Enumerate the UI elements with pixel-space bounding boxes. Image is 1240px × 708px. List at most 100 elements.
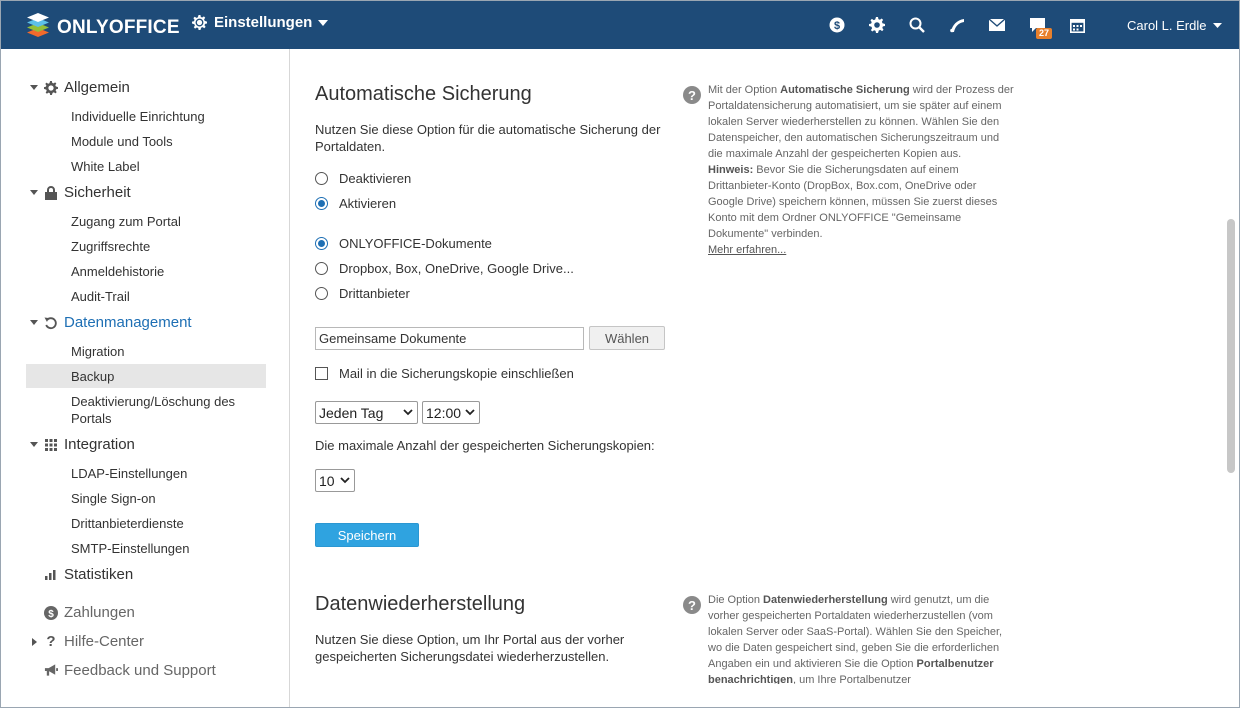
chat-badge: 27 xyxy=(1036,28,1053,39)
help-text: , um Ihre Portalbenutzer xyxy=(792,674,911,684)
user-menu[interactable]: Carol L. Erdle xyxy=(1127,18,1223,33)
period-select[interactable]: Jeden Tag xyxy=(315,401,418,424)
folder-input[interactable]: Gemeinsame Dokumente xyxy=(315,327,584,350)
chevron-down-icon xyxy=(1213,23,1223,28)
sidebar-item-selected-highlight xyxy=(26,364,266,388)
stats-icon xyxy=(44,568,58,582)
help-text: Die Option xyxy=(708,594,764,606)
restore-help-text: Die Option Datenwiederherstellung wird g… xyxy=(708,592,1014,684)
radio-drittanbieter[interactable]: Drittanbieter xyxy=(315,286,410,301)
max-copies-select[interactable]: 10 xyxy=(315,469,355,492)
checkbox-box xyxy=(315,367,328,380)
sidebar-group-feedback[interactable]: Feedback und Support xyxy=(29,662,216,679)
help-bold: Datenwiederherstellung xyxy=(763,594,888,606)
sidebar-group-label: Statistiken xyxy=(64,566,134,583)
scrollbar-thumb[interactable] xyxy=(1227,219,1235,473)
help-question-icon[interactable]: ? xyxy=(683,596,701,614)
sidebar-item-individuelle-einrichtung[interactable]: Individuelle Einrichtung xyxy=(71,108,205,125)
restore-icon xyxy=(44,316,58,330)
module-switcher[interactable]: Einstellungen xyxy=(192,14,329,31)
radio-label: ONLYOFFICE-Dokumente xyxy=(339,236,492,251)
sidebar-group-integration[interactable]: Integration xyxy=(29,436,135,453)
search-icon[interactable] xyxy=(907,15,927,35)
app-window: ONLYOFFICE Einstellungen $ 27 Carol L. E… xyxy=(0,0,1240,708)
expand-triangle-right-icon xyxy=(29,637,39,646)
sidebar-item-audit-trail[interactable]: Audit-Trail xyxy=(71,288,130,305)
radio-aktivieren[interactable]: Aktivieren xyxy=(315,196,396,211)
feed-icon[interactable] xyxy=(947,15,967,35)
dollar-icon: $ xyxy=(44,605,58,620)
checkbox-label: Mail in die Sicherungskopie einschließen xyxy=(339,366,574,381)
sidebar-item-single-sign-on[interactable]: Single Sign-on xyxy=(71,490,156,507)
gear-icon xyxy=(192,15,207,30)
save-button[interactable]: Speichern xyxy=(315,523,419,547)
sidebar-group-label: Allgemein xyxy=(64,79,130,96)
sidebar-item-smtp-einstellungen[interactable]: SMTP-Einstellungen xyxy=(71,540,190,557)
svg-text:$: $ xyxy=(834,20,840,32)
sidebar-item-migration[interactable]: Migration xyxy=(71,343,124,360)
sidebar-group-hilfe-center[interactable]: ? Hilfe-Center xyxy=(29,633,144,650)
time-value: 12:00 xyxy=(426,404,462,421)
sidebar-group-statistiken[interactable]: Statistiken xyxy=(29,566,133,583)
sidebar-item-drittanbieterdienste[interactable]: Drittanbieterdienste xyxy=(71,515,184,532)
chevron-down-icon xyxy=(318,19,329,26)
sidebar-item-zugang-zum-portal[interactable]: Zugang zum Portal xyxy=(71,213,181,230)
radio-button-checked xyxy=(315,237,328,250)
sidebar-group-label: Datenmanagement xyxy=(64,314,192,331)
time-select[interactable]: 12:00 xyxy=(422,401,480,424)
sidebar-group-zahlungen[interactable]: $ Zahlungen xyxy=(29,604,135,621)
radio-onlyoffice-dokumente[interactable]: ONLYOFFICE-Dokumente xyxy=(315,236,492,251)
radio-button xyxy=(315,262,328,275)
logo[interactable]: ONLYOFFICE xyxy=(25,12,180,43)
mail-icon[interactable] xyxy=(987,15,1007,35)
radio-button xyxy=(315,172,328,185)
sidebar-group-label: Feedback und Support xyxy=(64,662,216,679)
chevron-down-icon xyxy=(465,409,475,416)
help-bold: Hinweis: xyxy=(708,164,754,176)
calendar-icon[interactable] xyxy=(1067,15,1087,35)
sidebar-item-deaktivierung[interactable]: Deaktivierung/Löschung des Portals xyxy=(71,393,251,427)
sidebar-group-sicherheit[interactable]: Sicherheit xyxy=(29,184,131,201)
user-name: Carol L. Erdle xyxy=(1127,18,1207,33)
sidebar-group-label: Hilfe-Center xyxy=(64,633,145,650)
top-bar: ONLYOFFICE Einstellungen $ 27 Carol L. E… xyxy=(1,1,1239,49)
radio-label: Aktivieren xyxy=(339,196,397,211)
expand-triangle-icon xyxy=(29,190,39,195)
period-value: Jeden Tag xyxy=(319,404,384,421)
radio-deaktivieren[interactable]: Deaktivieren xyxy=(315,171,411,186)
chevron-down-icon xyxy=(340,477,350,484)
expand-triangle-icon xyxy=(29,320,39,325)
sidebar-group-datenmanagement[interactable]: Datenmanagement xyxy=(29,314,192,331)
radio-button xyxy=(315,287,328,300)
sidebar-item-zugriffsrechte[interactable]: Zugriffsrechte xyxy=(71,238,150,255)
choose-folder-button[interactable]: Wählen xyxy=(589,326,665,350)
radio-label: Deaktivieren xyxy=(339,171,412,186)
sidebar-item-ldap-einstellungen[interactable]: LDAP-Einstellungen xyxy=(71,465,187,482)
help-question-icon[interactable]: ? xyxy=(683,86,701,104)
restore-description: Nutzen Sie diese Option, um Ihr Portal a… xyxy=(315,632,625,664)
payments-icon[interactable]: $ xyxy=(827,15,847,35)
max-copies-label: Die maximale Anzahl der gespeicherten Si… xyxy=(315,438,655,453)
sidebar-item-module-und-tools[interactable]: Module und Tools xyxy=(71,133,173,150)
radio-cloud-storage[interactable]: Dropbox, Box, OneDrive, Google Drive... xyxy=(315,261,574,276)
settings-icon[interactable] xyxy=(867,15,887,35)
megaphone-icon xyxy=(44,664,58,678)
sidebar-group-allgemein[interactable]: Allgemein xyxy=(29,79,130,96)
sidebar-group-label: Integration xyxy=(64,436,135,453)
help-text: Mit der Option xyxy=(708,84,781,96)
sidebar-item-white-label[interactable]: White Label xyxy=(71,158,140,175)
chevron-down-icon xyxy=(403,409,413,416)
module-label: Einstellungen xyxy=(214,14,313,31)
expand-triangle-icon xyxy=(29,442,39,447)
sidebar-item-anmeldehistorie[interactable]: Anmeldehistorie xyxy=(71,263,164,280)
question-icon: ? xyxy=(46,633,56,650)
radio-button-checked xyxy=(315,197,328,210)
backup-help-text: Mit der Option Automatische Sicherung wi… xyxy=(708,82,1014,258)
sidebar-item-backup[interactable]: Backup xyxy=(71,368,114,385)
gear-icon xyxy=(44,80,58,95)
include-mail-checkbox[interactable]: Mail in die Sicherungskopie einschließen xyxy=(315,366,574,381)
sidebar-group-label: Sicherheit xyxy=(64,184,131,201)
help-bold: Automatische Sicherung xyxy=(780,84,910,96)
learn-more-link[interactable]: Mehr erfahren... xyxy=(708,244,786,256)
grid-icon xyxy=(44,438,58,452)
